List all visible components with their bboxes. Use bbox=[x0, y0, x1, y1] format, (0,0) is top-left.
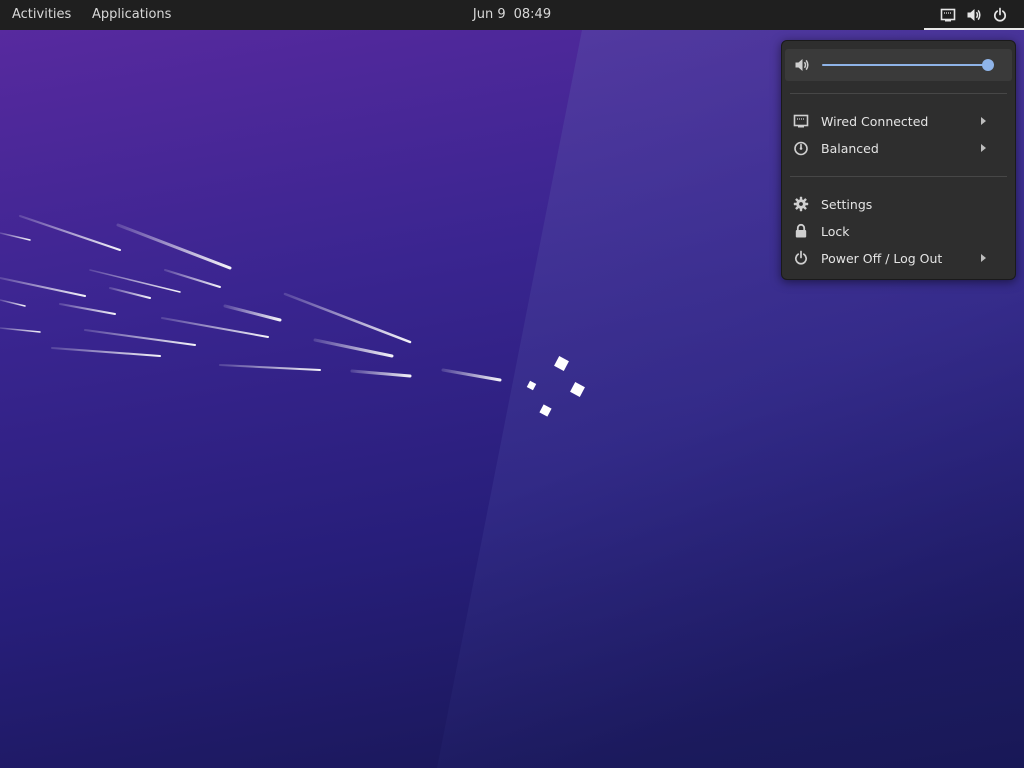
wallpaper-streaks bbox=[0, 215, 502, 382]
menu-item-label: Lock bbox=[821, 224, 850, 239]
volume-slider-handle[interactable] bbox=[982, 59, 994, 71]
network-wired-icon bbox=[940, 8, 956, 22]
menu-item-label: Balanced bbox=[821, 141, 879, 156]
activities-button[interactable]: Activities bbox=[0, 0, 83, 30]
menu-item-power-profile[interactable]: Balanced bbox=[782, 135, 1015, 162]
menu-separator bbox=[790, 176, 1007, 177]
top-bar: Activities Applications Jun 9 08:49 bbox=[0, 0, 1024, 30]
power-profile-icon bbox=[794, 141, 808, 156]
applications-button[interactable]: Applications bbox=[80, 0, 183, 30]
system-menu: Wired Connected Balanced Settings Lock P… bbox=[781, 40, 1016, 280]
volume-slider-fill bbox=[822, 64, 988, 66]
power-icon bbox=[794, 250, 808, 265]
volume-slider[interactable] bbox=[822, 59, 994, 71]
volume-icon[interactable] bbox=[794, 57, 810, 73]
menu-item-settings[interactable]: Settings bbox=[782, 191, 1015, 218]
menu-item-label: Settings bbox=[821, 197, 873, 212]
volume-row bbox=[785, 49, 1012, 81]
submenu-arrow-icon bbox=[981, 254, 986, 262]
lock-icon bbox=[795, 223, 807, 238]
clock-time[interactable]: 08:49 bbox=[514, 7, 551, 22]
menu-item-label: Power Off / Log Out bbox=[821, 251, 943, 266]
gear-icon bbox=[793, 196, 809, 212]
volume-icon bbox=[967, 9, 981, 21]
clock-date[interactable]: Jun 9 bbox=[473, 7, 506, 22]
system-status-area[interactable] bbox=[924, 0, 1024, 30]
menu-item-label: Wired Connected bbox=[821, 114, 929, 129]
menu-item-lock[interactable]: Lock bbox=[782, 218, 1015, 245]
submenu-arrow-icon bbox=[981, 117, 986, 125]
power-icon bbox=[993, 7, 1007, 22]
menu-item-power-off-log-out[interactable]: Power Off / Log Out bbox=[782, 245, 1015, 272]
network-wired-icon bbox=[793, 114, 809, 128]
desktop[interactable]: Activities Applications Jun 9 08:49 Wire… bbox=[0, 0, 1024, 768]
submenu-arrow-icon bbox=[981, 144, 986, 152]
menu-item-wired-connected[interactable]: Wired Connected bbox=[782, 108, 1015, 135]
menu-separator bbox=[790, 93, 1007, 94]
